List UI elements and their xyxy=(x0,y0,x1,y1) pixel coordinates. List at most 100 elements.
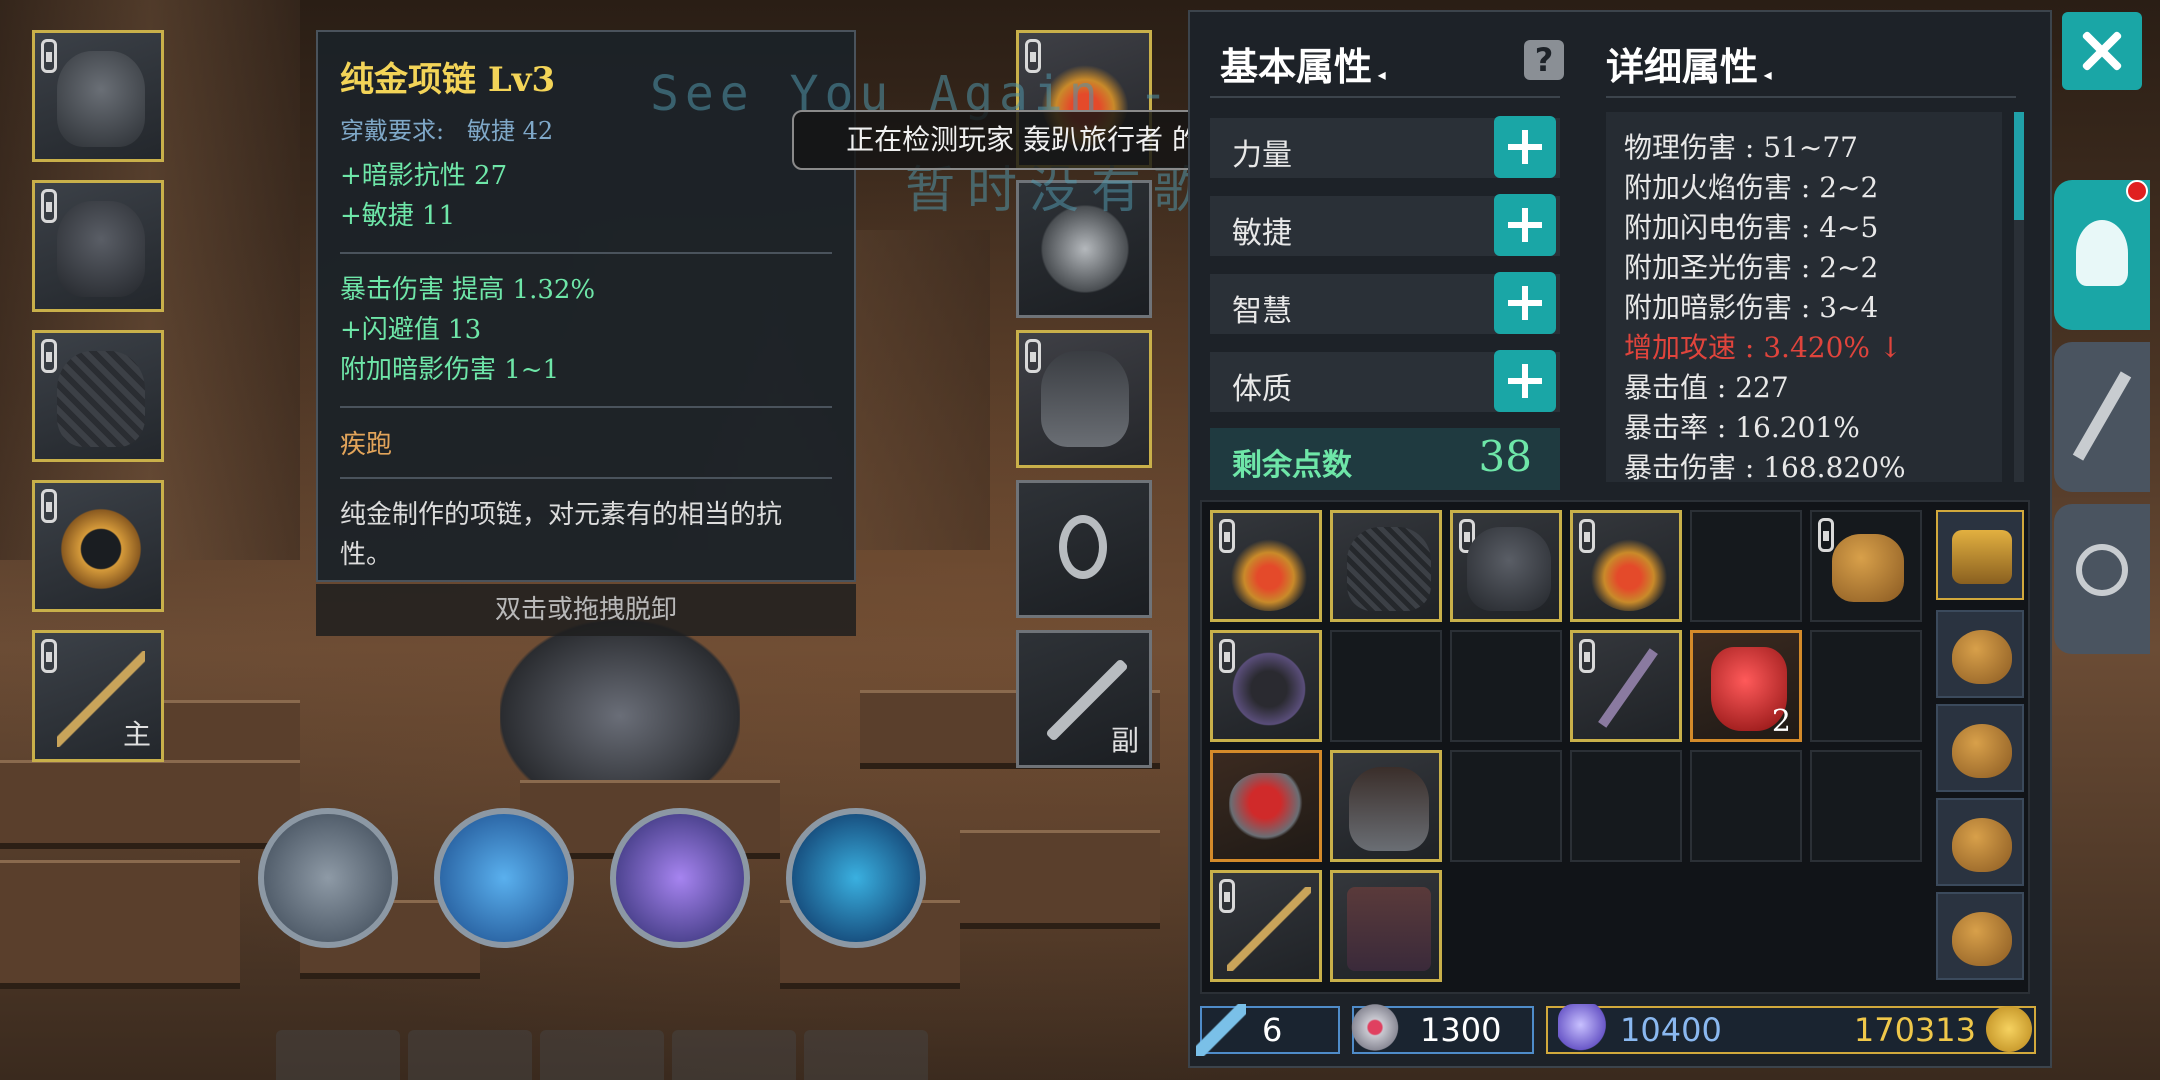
pouch-icon xyxy=(1832,534,1904,602)
inventory-slot-red-crystal[interactable]: 2 xyxy=(1690,630,1802,742)
inventory-slot-empty[interactable] xyxy=(1450,630,1562,742)
bag-slot-pouch-icon[interactable] xyxy=(1936,892,2024,980)
equip-slot-ring-2[interactable] xyxy=(1016,480,1152,618)
skill-sprint-icon[interactable] xyxy=(786,808,926,948)
axe-icon xyxy=(1598,648,1658,728)
bow-icon xyxy=(1227,887,1311,971)
link-icon xyxy=(41,339,57,373)
leg-armor-icon xyxy=(57,351,145,447)
close-button[interactable] xyxy=(2062,12,2142,90)
help-icon[interactable]: ? xyxy=(1524,40,1564,80)
equip-slot-main-weapon[interactable]: 主 xyxy=(32,630,164,762)
inventory-slot-necklace-2[interactable] xyxy=(1570,510,1682,622)
inventory-slot-leather-pants[interactable] xyxy=(1330,870,1442,982)
link-icon xyxy=(41,489,57,523)
tab-target-icon[interactable] xyxy=(2054,504,2150,654)
detailed-stats-list[interactable]: 物理伤害 : 51~77 附加火焰伤害 : 2~2 附加闪电伤害 : 4~5 附… xyxy=(1606,112,2002,482)
detail-stat-line: 物理伤害 : 51~77 xyxy=(1624,131,1858,164)
item-description: 纯金制作的项链，对元素有的相当的抗性。 xyxy=(340,500,783,570)
inventory-slot-helmet[interactable] xyxy=(1450,510,1562,622)
equip-slot-ring[interactable] xyxy=(32,480,164,612)
chain-armor-icon xyxy=(1347,527,1431,611)
equip-slot-legs[interactable] xyxy=(32,330,164,462)
boots-icon xyxy=(1041,351,1129,447)
inventory-slot-axe[interactable] xyxy=(1570,630,1682,742)
bottom-tab-stub xyxy=(540,1030,664,1080)
detail-stat-line-warning: 增加攻速 : 3.420% ↓ xyxy=(1624,331,1903,364)
unequip-hint-button[interactable]: 双击或拖拽脱卸 xyxy=(316,584,856,636)
add-agility-button[interactable] xyxy=(1494,194,1556,256)
chest-armor-icon xyxy=(57,201,145,297)
bottom-tab-stub xyxy=(408,1030,532,1080)
helmet-icon xyxy=(1467,527,1551,611)
link-icon xyxy=(1579,639,1595,673)
caret-icon: ◂ xyxy=(1758,65,1772,84)
ore-icon xyxy=(1229,773,1309,847)
item-base-stat: +暗影抗性 27 xyxy=(340,161,508,191)
detail-stat-line: 附加火焰伤害 : 2~2 xyxy=(1624,171,1879,204)
detailed-attributes-title[interactable]: 详细属性 ◂ xyxy=(1606,36,1772,91)
necklace-icon xyxy=(1227,527,1311,611)
basic-attributes-title[interactable]: 基本属性 ◂ xyxy=(1220,36,1386,91)
equip-slot-chest[interactable] xyxy=(32,180,164,312)
add-strength-button[interactable] xyxy=(1494,116,1556,178)
remaining-points-label: 剩余点数 xyxy=(1232,448,1352,483)
staff-gem-icon xyxy=(1196,1004,1246,1056)
equip-slot-helmet[interactable] xyxy=(32,30,164,162)
skill-arrow-shot-icon[interactable] xyxy=(258,808,398,948)
divider xyxy=(1210,96,1560,98)
bottom-tab-stub xyxy=(672,1030,796,1080)
item-count: 2 xyxy=(1771,704,1791,739)
bag-slot-pouch-icon[interactable] xyxy=(1936,610,2024,698)
tab-gloves-icon[interactable] xyxy=(2054,342,2150,492)
inventory-slot-empty[interactable] xyxy=(1810,630,1922,742)
crystal-icon xyxy=(1558,1004,1608,1056)
remaining-points-value: 38 xyxy=(1478,432,1532,481)
link-icon xyxy=(1025,339,1041,373)
item-bonus-stat: 附加暗影伤害 1~1 xyxy=(340,355,560,385)
bottom-tab-stub xyxy=(276,1030,400,1080)
skill-multi-shot-icon[interactable] xyxy=(434,808,574,948)
hood-icon xyxy=(1227,647,1311,731)
tab-equipment-helmet-icon[interactable] xyxy=(2054,180,2150,330)
inventory-slot-empty[interactable] xyxy=(1450,750,1562,862)
honor-value: 1300 xyxy=(1420,1011,1502,1049)
item-bonus-stat: +闪避值 13 xyxy=(340,315,482,345)
detail-scrollbar-thumb[interactable] xyxy=(2014,112,2024,220)
divider xyxy=(340,252,832,254)
inventory-slot-ore[interactable] xyxy=(1210,750,1322,862)
notification-dot xyxy=(2126,180,2148,202)
inventory-slot-empty[interactable] xyxy=(1690,750,1802,862)
inventory-slot-empty[interactable] xyxy=(1690,510,1802,622)
bag-slot-pouch-icon[interactable] xyxy=(1936,798,2024,886)
inventory-slot-empty[interactable] xyxy=(1330,630,1442,742)
add-wisdom-button[interactable] xyxy=(1494,272,1556,334)
divider xyxy=(1606,96,2016,98)
inventory-slot-pouch[interactable] xyxy=(1810,510,1922,622)
equip-slot-offhand[interactable]: 副 xyxy=(1016,630,1152,768)
bag-slot-pouch-icon[interactable] xyxy=(1936,704,2024,792)
inventory-slot-boots[interactable] xyxy=(1330,750,1442,862)
main-hand-tag: 主 xyxy=(122,718,151,751)
inventory-slot-bow[interactable] xyxy=(1210,870,1322,982)
currency-crystal-gold: 10400 170313 xyxy=(1546,1004,2036,1056)
inventory-slot-chain-armor[interactable] xyxy=(1330,510,1442,622)
backpack-icon[interactable] xyxy=(1936,510,2024,600)
inventory-slot-empty[interactable] xyxy=(1810,750,1922,862)
link-icon xyxy=(41,39,57,73)
inventory-slot-necklace[interactable] xyxy=(1210,510,1322,622)
currency-gems: 6 xyxy=(1196,1004,1340,1056)
add-constitution-button[interactable] xyxy=(1494,350,1556,412)
item-skill-name: 疾跑 xyxy=(340,430,393,460)
divider xyxy=(340,406,832,408)
remaining-points: 剩余点数 38 xyxy=(1210,428,1560,490)
bottom-tab-stub xyxy=(804,1030,928,1080)
skill-dash-boot-icon[interactable] xyxy=(610,808,750,948)
inventory-slot-hood[interactable] xyxy=(1210,630,1322,742)
shield-heart-icon xyxy=(1350,1004,1400,1056)
detail-stat-line: 附加暗影伤害 : 3~4 xyxy=(1624,291,1879,324)
link-icon xyxy=(41,189,57,223)
crystal-value: 10400 xyxy=(1620,1011,1722,1049)
equip-slot-boots[interactable] xyxy=(1016,330,1152,468)
inventory-slot-empty[interactable] xyxy=(1570,750,1682,862)
